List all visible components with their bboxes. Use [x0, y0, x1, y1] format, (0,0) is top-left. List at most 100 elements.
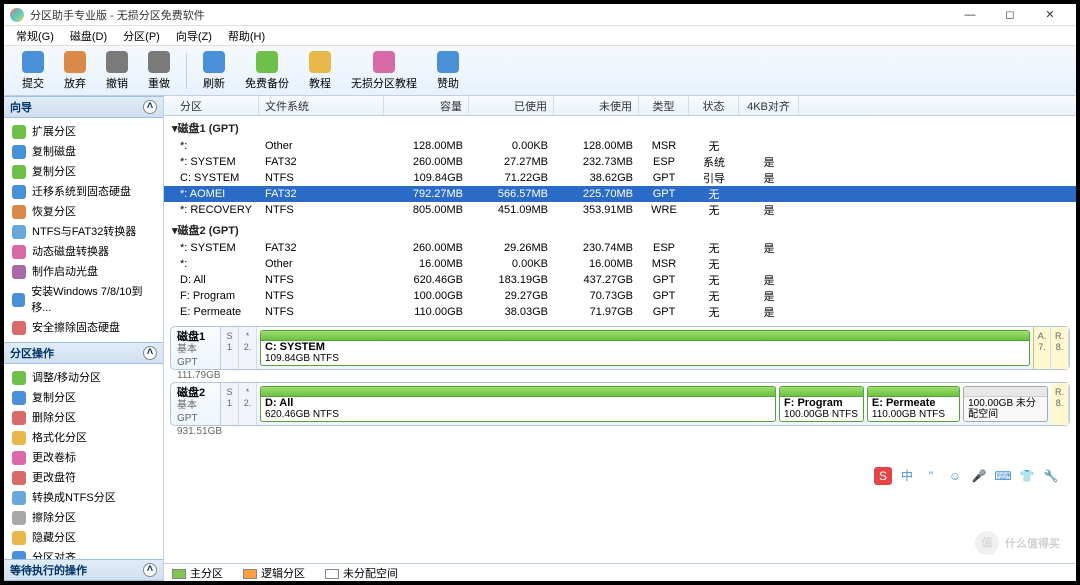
ime-toolbar[interactable]: S 中 " ☺ 🎤 ⌨ 👕 🔧	[874, 467, 1060, 485]
toolbar-重做[interactable]: 重做	[138, 47, 180, 95]
cell: Other	[259, 258, 384, 270]
partition-row[interactable]: F: ProgramNTFS100.00GB29.27GB70.73GBGPT无…	[164, 288, 1076, 304]
partition-block[interactable]: D: All620.46GB NTFS	[260, 386, 776, 422]
sidebar-item[interactable]: 转换成NTFS分区	[4, 488, 163, 508]
part-small[interactable]: A.7.	[1033, 327, 1051, 369]
partition-row[interactable]: *: RECOVERYNTFS805.00MB451.09MB353.91MBW…	[164, 202, 1076, 218]
menu-item[interactable]: 分区(P)	[115, 28, 168, 44]
sidebar-item[interactable]: 复制分区	[4, 388, 163, 408]
ime-voice[interactable]: 🎤	[970, 467, 988, 485]
item-icon	[12, 451, 26, 465]
partition-row[interactable]: C: SYSTEMNTFS109.84GB71.22GB38.62GBGPT引导…	[164, 170, 1076, 186]
ime-icon[interactable]: S	[874, 467, 892, 485]
sidebar-item[interactable]: 隐藏分区	[4, 528, 163, 548]
partition-row[interactable]: *: AOMEIFAT32792.27MB566.57MB225.70MBGPT…	[164, 186, 1076, 202]
toolbar-放弃[interactable]: 放弃	[54, 47, 96, 95]
ops-panel-header[interactable]: 分区操作 ˄	[4, 342, 163, 364]
maximize-button[interactable]: ◻	[990, 4, 1030, 26]
sidebar-item[interactable]: 安装Windows 7/8/10到移...	[4, 282, 163, 318]
ime-keyboard[interactable]: ⌨	[994, 467, 1012, 485]
part-small[interactable]: R.8.	[1051, 383, 1069, 425]
sidebar-item[interactable]: NTFS与FAT32转换器	[4, 222, 163, 242]
collapse-icon[interactable]: ˄	[143, 346, 157, 360]
fill	[964, 387, 1047, 397]
ime-emoji[interactable]: ☺	[946, 467, 964, 485]
sidebar-item[interactable]: 调整/移动分区	[4, 368, 163, 388]
cell: 70.73GB	[554, 290, 639, 302]
item-label: 动态磁盘转换器	[32, 244, 109, 260]
item-label: 复制磁盘	[32, 144, 76, 160]
close-button[interactable]: ✕	[1030, 4, 1070, 26]
sidebar-item[interactable]: 复制分区	[4, 162, 163, 182]
disk-bar-1[interactable]: 磁盘1 基本 GPT 111.79GB S1 *2. C: SYSTEM109.…	[170, 326, 1070, 370]
sidebar-item[interactable]: 擦除分区	[4, 508, 163, 528]
toolbar-无损分区教程[interactable]: 无损分区教程	[341, 47, 427, 95]
sidebar-item[interactable]: 安全擦除固态硬盘	[4, 318, 163, 338]
toolbar-提交[interactable]: 提交	[12, 47, 54, 95]
sidebar-item[interactable]: 迁移系统到固态硬盘	[4, 182, 163, 202]
item-icon	[12, 125, 26, 139]
legend: 主分区 逻辑分区 未分配空间	[164, 563, 1076, 581]
partition-row[interactable]: D: AllNTFS620.46GB183.19GB437.27GBGPT无是	[164, 272, 1076, 288]
col-header[interactable]: 类型	[639, 96, 689, 115]
partition-block[interactable]: F: Program100.00GB NTFS	[779, 386, 864, 422]
col-header[interactable]: 分区	[164, 96, 259, 115]
cell: 620.46GB	[384, 274, 469, 286]
col-header[interactable]: 状态	[689, 96, 739, 115]
col-header[interactable]: 容量	[384, 96, 469, 115]
toolbar-免费备份[interactable]: 免费备份	[235, 47, 299, 95]
menu-item[interactable]: 向导(Z)	[168, 28, 220, 44]
disk-bar-2[interactable]: 磁盘2 基本 GPT 931.51GB S1 *2. D: All620.46G…	[170, 382, 1070, 426]
cell: *:	[164, 258, 259, 270]
partition-row[interactable]: *: SYSTEMFAT32260.00MB27.27MB232.73MBESP…	[164, 154, 1076, 170]
cell: 无	[689, 256, 739, 272]
cell: *:	[164, 140, 259, 152]
partition-block[interactable]: C: SYSTEM109.84GB NTFS	[260, 330, 1030, 366]
ime-tool[interactable]: 🔧	[1042, 467, 1060, 485]
collapse-icon[interactable]: ˄	[143, 100, 157, 114]
sidebar-item[interactable]: 更改盘符	[4, 468, 163, 488]
collapse-icon[interactable]: ˄	[143, 563, 157, 577]
toolbar-刷新[interactable]: 刷新	[193, 47, 235, 95]
ime-skin[interactable]: 👕	[1018, 467, 1036, 485]
ime-punct[interactable]: "	[922, 467, 940, 485]
cell: C: SYSTEM	[164, 172, 259, 184]
toolbar-赞助[interactable]: 赞助	[427, 47, 469, 95]
part-small[interactable]: R.8.	[1051, 327, 1069, 369]
menu-item[interactable]: 磁盘(D)	[62, 28, 115, 44]
partition-block[interactable]: E: Permeate110.00GB NTFS	[867, 386, 960, 422]
disk-group[interactable]: ▾ 磁盘1 (GPT)	[164, 116, 1076, 138]
menu-item[interactable]: 帮助(H)	[220, 28, 273, 44]
sidebar-item[interactable]: 删除分区	[4, 408, 163, 428]
ime-lang[interactable]: 中	[898, 467, 916, 485]
menu-item[interactable]: 常规(G)	[8, 28, 62, 44]
sidebar-item[interactable]: 更改卷标	[4, 448, 163, 468]
partition-row[interactable]: E: PermeateNTFS110.00GB38.03GB71.97GBGPT…	[164, 304, 1076, 320]
partition-block[interactable]: 100.00GB 未分配空间	[963, 386, 1048, 422]
sidebar-item[interactable]: 制作启动光盘	[4, 262, 163, 282]
col-header[interactable]: 已使用	[469, 96, 554, 115]
cell: 27.27MB	[469, 156, 554, 168]
sidebar-item[interactable]: 分区对齐	[4, 548, 163, 559]
sidebar-item[interactable]: 格式化分区	[4, 428, 163, 448]
item-label: 制作启动光盘	[32, 264, 98, 280]
partition-row[interactable]: *:Other16.00MB0.00KB16.00MBMSR无	[164, 256, 1076, 272]
cell: 100.00GB	[384, 290, 469, 302]
pending-panel-header[interactable]: 等待执行的操作 ˄	[4, 559, 163, 581]
partition-row[interactable]: *: SYSTEMFAT32260.00MB29.26MB230.74MBESP…	[164, 240, 1076, 256]
disk-group[interactable]: ▾ 磁盘2 (GPT)	[164, 218, 1076, 240]
toolbar-教程[interactable]: 教程	[299, 47, 341, 95]
wizard-panel-header[interactable]: 向导 ˄	[4, 96, 163, 118]
sidebar-item[interactable]: 复制磁盘	[4, 142, 163, 162]
item-label: 扩展分区	[32, 124, 76, 140]
col-header[interactable]: 文件系统	[259, 96, 384, 115]
toolbar-撤销[interactable]: 撤销	[96, 47, 138, 95]
col-header[interactable]: 未使用	[554, 96, 639, 115]
sidebar-item[interactable]: 动态磁盘转换器	[4, 242, 163, 262]
sidebar-item[interactable]: 恢复分区	[4, 202, 163, 222]
col-header[interactable]: 4KB对齐	[739, 96, 799, 115]
item-icon	[12, 321, 26, 335]
partition-row[interactable]: *:Other128.00MB0.00KB128.00MBMSR无	[164, 138, 1076, 154]
sidebar-item[interactable]: 扩展分区	[4, 122, 163, 142]
minimize-button[interactable]: —	[950, 4, 990, 26]
